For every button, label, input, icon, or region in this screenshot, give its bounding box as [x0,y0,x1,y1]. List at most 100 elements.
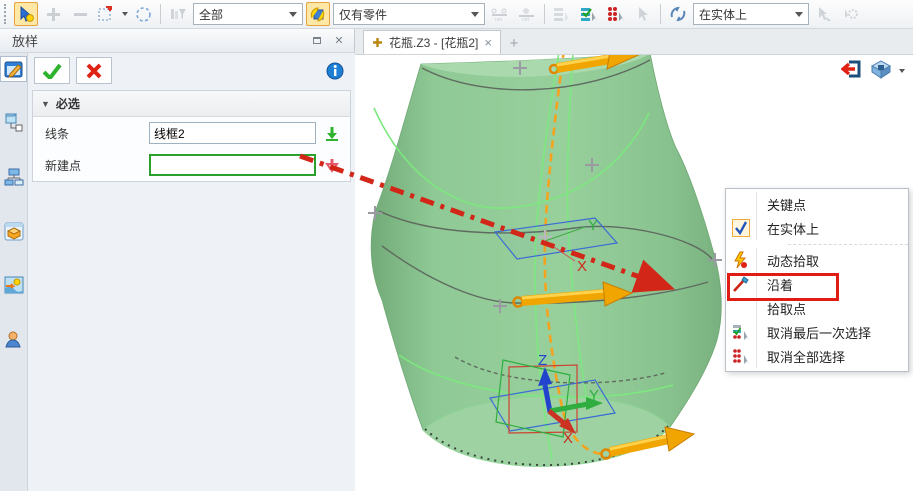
menu-item-pick-point[interactable]: 拾取点 [726,296,908,320]
command-buttons-row [28,53,355,88]
required-section-header[interactable]: ▼ 必选 [33,91,350,117]
scope-dropdown[interactable]: 全部 [193,3,303,25]
menu-item-along[interactable]: 沿着 [726,272,908,296]
filter-funnel-icon[interactable] [166,2,190,26]
curves-input[interactable] [149,122,316,144]
chevron-down-icon [795,12,803,17]
assembly-node-icon [4,113,24,133]
pick-cursor-icon[interactable] [631,2,655,26]
tab-plus-icon [372,37,383,48]
document-tabbar: 花瓶.Z3 - [花瓶2] × + [355,29,913,55]
chevron-down-icon [471,12,479,17]
new-tab-plus-icon: + [510,35,519,52]
pick-cursor-2-icon[interactable] [812,2,836,26]
svg-text:net: net [522,17,530,21]
collapse-icon: ▼ [41,99,50,109]
apply-pick-green-icon[interactable] [320,122,344,144]
measure-offset-icon[interactable]: net [515,2,539,26]
panel-close-button[interactable]: ✕ [330,33,348,48]
menu-item-dynamic-pick[interactable]: 动态拾取 [726,248,908,272]
history-tree-icon [4,168,24,186]
ok-check-icon [42,63,62,79]
lasso-icon[interactable] [131,2,155,26]
menu-item-undo-last-pick[interactable]: 取消最后一次选择 [726,320,908,344]
toolbar-separator [160,4,161,24]
panel-restore-button[interactable] [308,33,326,48]
add-box-caret[interactable] [122,12,128,16]
svg-text:net: net [495,17,503,21]
chevron-down-icon [289,12,297,17]
3d-viewport[interactable]: X Y Z Y X [355,55,913,491]
bottom-axis-x-label: X [563,430,573,447]
sidebar-item-dialog-edit[interactable] [0,56,27,82]
view-orientation-icon[interactable] [870,59,892,82]
toolbar-separator [660,4,661,24]
toolbar-grip[interactable] [4,4,9,24]
new-point-field-row: 新建点 [33,149,350,181]
user-icon [4,330,23,349]
sidebar-item-history[interactable] [0,164,27,190]
new-point-input[interactable] [149,154,316,176]
add-box-icon[interactable] [95,2,119,26]
panel-empty-area [28,184,355,491]
entity-filter-value: 仅有零件 [339,6,387,23]
sidebar-item-visual-manager[interactable] [0,218,27,244]
sidebar-item-user[interactable] [0,326,27,352]
apply-pick-red-icon[interactable] [320,154,344,176]
dialog-edit-icon [4,60,24,79]
view-orientation-caret[interactable] [899,69,905,73]
tab-label: 花瓶.Z3 - [花瓶2] [389,34,478,51]
smart-pick-cursor-icon[interactable] [14,2,38,26]
menu-separator [726,240,908,248]
bottom-axis-y-label: Y [589,387,599,404]
info-icon [326,62,344,80]
entity-filter-dropdown[interactable]: 仅有零件 [333,3,485,25]
list-pick-blue-icon[interactable] [577,2,601,26]
menu-item-on-entity[interactable]: 在实体上 [726,216,908,240]
restore-icon [313,37,321,44]
required-section-title: 必选 [56,95,80,112]
info-button[interactable] [321,59,349,83]
mid-axis-y-label: Y [588,217,598,234]
lightning-icon [733,251,749,269]
cancel-button[interactable] [76,57,112,84]
pick-context-menu: 关键点 在实体上 动态拾取 [725,188,909,372]
rotate-view-icon[interactable] [666,2,690,26]
pick-from-list-icon[interactable] [306,2,330,26]
tab-close-icon[interactable]: × [484,35,492,50]
menu-item-keypoint[interactable]: 关键点 [726,192,908,216]
panel-titlebar: 放样 ✕ [0,29,354,53]
sidebar-item-assembly[interactable] [0,110,27,136]
add-entity-icon[interactable] [41,2,65,26]
sidebar-item-view-image[interactable] [0,272,27,298]
close-icon: ✕ [334,34,343,47]
clear-all-picks-icon [732,348,751,365]
required-group: ▼ 必选 线条 新建点 [32,90,351,182]
checked-icon [732,219,750,237]
menu-item-clear-all-picks[interactable]: 取消全部选择 [726,344,908,368]
toolbar-separator [544,4,545,24]
new-tab-button[interactable]: + [501,32,527,54]
cancel-x-icon [86,63,102,79]
undo-last-pick-icon [732,324,751,341]
manager-sidebar [0,53,28,491]
loft-panel: 放样 ✕ [0,29,355,491]
pick-mode-dropdown[interactable]: 在实体上 [693,3,809,25]
list-last-pick-icon[interactable] [550,2,574,26]
visual-cube-icon [4,222,24,241]
along-pen-icon [732,275,750,293]
view-image-icon [4,276,24,294]
tab-active-document[interactable]: 花瓶.Z3 - [花瓶2] × [363,30,501,54]
list-pick-red-icon[interactable] [604,2,628,26]
mid-axis-x-label: X [577,258,587,275]
ok-button[interactable] [34,57,70,84]
curves-label: 线条 [45,125,145,142]
exit-sketch-icon[interactable] [841,59,863,82]
top-toolbar: 全部 仅有零件 net net 在实体上 [0,0,913,29]
curves-field-row: 线条 [33,117,350,149]
panel-title: 放样 [12,31,38,50]
measure-distance-icon[interactable]: net [488,2,512,26]
pick-gear-icon[interactable] [839,2,863,26]
pick-mode-value: 在实体上 [699,6,747,23]
remove-entity-icon[interactable] [68,2,92,26]
